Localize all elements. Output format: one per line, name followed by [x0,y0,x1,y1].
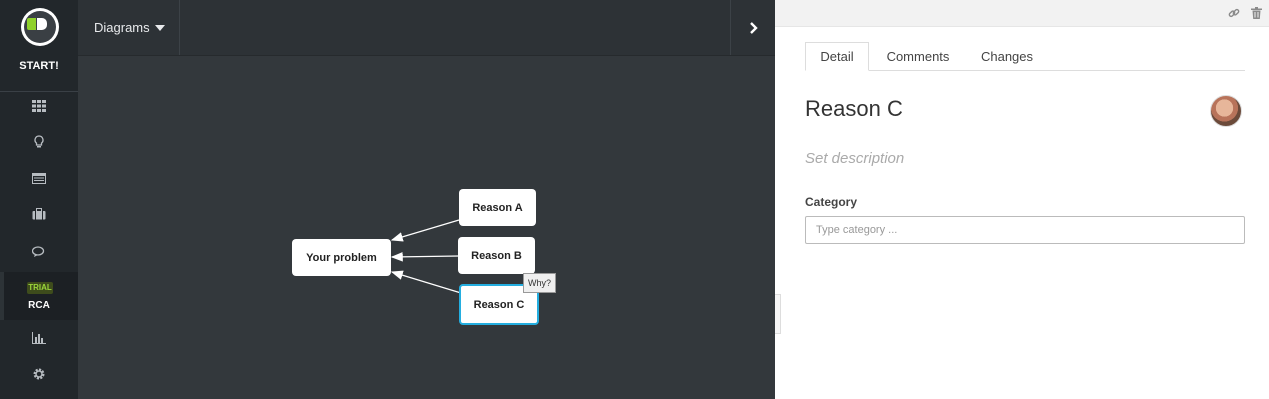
list-icon[interactable] [0,166,78,190]
lightbulb-icon[interactable] [0,130,78,154]
category-input[interactable] [805,216,1245,244]
problem-node[interactable]: Your problem [292,239,391,276]
panel-tabs: Detail Comments Changes [805,42,1245,71]
arrow-b [390,252,460,262]
nav-active-indicator [0,272,4,320]
diagram-arrows [390,219,462,294]
left-nav: START! TRIAL RCA [0,0,78,399]
chart-icon[interactable] [0,326,78,350]
chevron-right-icon [749,21,758,34]
grid-icon[interactable] [0,94,78,118]
briefcase-icon[interactable] [0,202,78,226]
caret-down-icon [154,24,165,31]
tab-detail[interactable]: Detail [805,42,869,71]
reason-a-node[interactable]: Reason A [459,189,536,226]
nav-divider [0,91,78,92]
trial-badge: TRIAL [27,282,53,294]
diagrams-label: Diagrams [94,20,150,35]
description-field[interactable]: Set description [805,150,904,167]
tab-changes[interactable]: Changes [969,42,1045,70]
nav-item-rca[interactable] [0,272,78,320]
arrow-a [390,219,460,242]
chat-icon[interactable] [0,240,78,264]
expand-panel-button[interactable] [730,0,775,55]
gear-icon[interactable] [0,362,78,386]
diagram-canvas[interactable] [78,56,775,399]
why-tooltip-button[interactable]: Why? [523,273,556,293]
diagrams-dropdown[interactable]: Diagrams [78,0,180,55]
arrow-c [390,270,462,294]
trash-icon[interactable] [1249,6,1263,20]
panel-resize-handle[interactable] [775,294,781,334]
tab-comments[interactable]: Comments [877,42,959,70]
panel-header [775,0,1269,27]
reason-b-node[interactable]: Reason B [458,237,535,274]
link-icon[interactable] [1227,6,1241,20]
start-label[interactable]: START! [0,60,78,72]
logo-icon[interactable] [21,8,59,46]
category-label: Category [805,195,858,209]
rca-label[interactable]: RCA [0,300,78,311]
avatar[interactable] [1210,95,1242,127]
detail-panel: Detail Comments Changes Reason C Set des… [775,0,1269,399]
top-bar: Diagrams [78,0,775,56]
item-title[interactable]: Reason C [805,96,903,122]
